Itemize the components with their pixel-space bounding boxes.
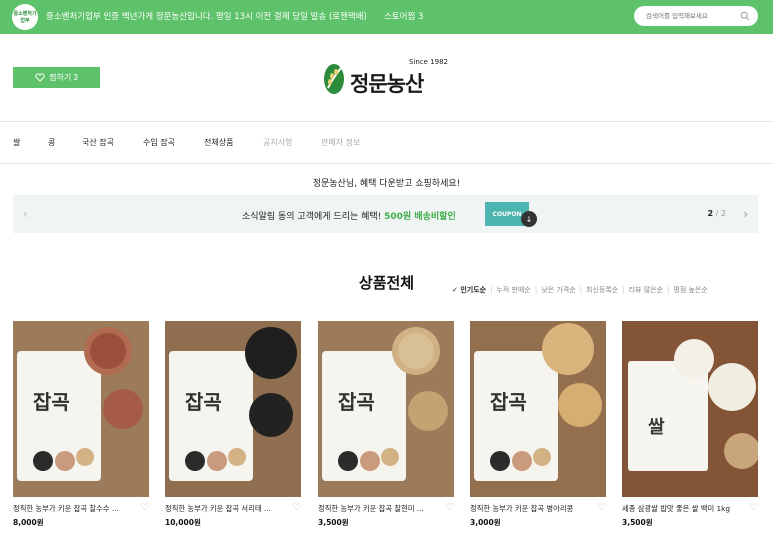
like-button-label: 찜하기 3 xyxy=(49,73,78,82)
sort-reviews[interactable]: 리뷰 많은순 xyxy=(625,285,667,295)
product-card[interactable]: 잡곡 정직한 농부가 키운 잡곡 찰수수 ... ♡ 8,000원 xyxy=(13,321,149,527)
product-card[interactable]: 잡곡 정직한 농부가 키운 잡곡 찰현미 ... ♡ 3,500원 xyxy=(318,321,454,527)
svg-text:잡곡: 잡곡 xyxy=(490,390,527,414)
product-name[interactable]: 정직한 농부가 키운 잡곡 찰수수 ... xyxy=(13,504,135,514)
product-image[interactable]: 잡곡 xyxy=(165,321,301,497)
store-header: 찜하기 3 Since 1982 정문농산 xyxy=(0,34,773,122)
product-card[interactable]: 잡곡 정직한 농부가 키운 잡곡 서리태 ... ♡ 10,000원 xyxy=(165,321,301,527)
product-card[interactable]: 쌀 세종 삼광쌀 밥맛 좋은 쌀 백미 1kg ♡ 3,500원 xyxy=(622,321,760,527)
coupon-banner: ‹ 소식알림 동의 고객에게 드리는 혜택! 500원 배송비할인 COUPON… xyxy=(13,195,758,233)
svg-text:잡곡: 잡곡 xyxy=(185,390,222,414)
nav-item-rice[interactable]: 쌀 xyxy=(13,137,20,148)
heart-icon[interactable]: ♡ xyxy=(445,502,454,513)
nav-item-imported-grains[interactable]: 수입 잡곡 xyxy=(143,137,175,148)
nav-item-notices[interactable]: 공지사항 xyxy=(263,137,292,148)
nav-item-beans[interactable]: 콩 xyxy=(48,137,55,148)
svg-text:쌀: 쌀 xyxy=(648,417,665,438)
chevron-left-icon[interactable]: ‹ xyxy=(23,207,28,221)
sort-options: ✓ 인기도순 | 누적 판매순 | 낮은 가격순 | 최신등록순 | 리뷰 많은… xyxy=(448,285,712,295)
chevron-right-icon[interactable]: › xyxy=(743,207,748,221)
product-image[interactable]: 잡곡 xyxy=(318,321,454,497)
top-banner: 중소벤처기업부 중소벤처기업부 인증 백년가게 정문농산입니다. 평일 13시 … xyxy=(0,0,773,34)
search-box[interactable] xyxy=(634,6,758,26)
nav-item-all-products[interactable]: 전체상품 xyxy=(204,137,233,148)
product-price: 8,000원 xyxy=(13,518,44,527)
heart-icon[interactable]: ♡ xyxy=(749,502,758,513)
product-image[interactable]: 잡곡 xyxy=(13,321,149,497)
product-price: 3,000원 xyxy=(470,518,501,527)
coupon-message-text: 소식알림 동의 고객에게 드리는 혜택! xyxy=(242,212,382,222)
product-image[interactable]: 쌀 xyxy=(622,321,760,497)
sort-rating[interactable]: 평점 높은순 xyxy=(669,285,711,295)
pager-total: / 2 xyxy=(715,209,726,218)
product-name[interactable]: 세종 삼광쌀 밥맛 좋은 쌀 백미 1kg xyxy=(622,504,744,514)
product-name[interactable]: 정직한 농부가 키운 잡곡 찰현미 ... xyxy=(318,504,440,514)
heart-icon[interactable]: ♡ xyxy=(292,502,301,513)
search-icon[interactable] xyxy=(740,11,750,21)
nav-item-domestic-grains[interactable]: 국산 잡곡 xyxy=(82,137,114,148)
store-favorite-link[interactable]: 스토어찜 3 xyxy=(384,10,423,22)
greeting-text: 정문농산님, 혜택 다운받고 쇼핑하세요! xyxy=(312,179,461,189)
product-price: 10,000원 xyxy=(165,518,201,527)
svg-text:잡곡: 잡곡 xyxy=(338,390,375,414)
heart-icon[interactable]: ♡ xyxy=(597,502,606,513)
category-nav: 쌀 콩 국산 잡곡 수입 잡곡 전체상품 공지사항 판매자 정보 xyxy=(0,122,773,164)
sort-popular-label: 인기도순 xyxy=(460,286,487,294)
sort-popular[interactable]: ✓ 인기도순 xyxy=(448,285,490,295)
sort-newest[interactable]: 최신등록순 xyxy=(582,285,622,295)
logo-name: 정문농산 xyxy=(350,72,424,96)
product-name[interactable]: 정직한 농부가 키운 잡곡 서리태 ... xyxy=(165,504,287,514)
product-name[interactable]: 정직한 농부가 키운 잡곡 병아리콩 xyxy=(470,504,592,514)
product-price: 3,500원 xyxy=(622,518,653,527)
coupon-message: 소식알림 동의 고객에게 드리는 혜택! 500원 배송비할인 xyxy=(242,209,456,222)
sort-sales[interactable]: 누적 판매순 xyxy=(492,285,534,295)
heart-plus-icon xyxy=(35,73,45,82)
store-logo[interactable]: Since 1982 정문농산 xyxy=(322,58,450,98)
grain-logo-icon xyxy=(324,64,344,94)
product-price: 3,500원 xyxy=(318,518,349,527)
sort-low-price[interactable]: 낮은 가격순 xyxy=(537,285,579,295)
like-store-button[interactable]: 찜하기 3 xyxy=(13,67,100,88)
certification-badge: 중소벤처기업부 xyxy=(12,4,38,30)
shipping-notice: 중소벤처기업부 인증 백년가게 정문농산입니다. 평일 13시 이전 결제 당일… xyxy=(46,12,367,22)
coupon-pager: 2 / 2 xyxy=(708,209,726,218)
download-icon[interactable]: ↓ xyxy=(521,211,537,227)
pager-current: 2 xyxy=(707,209,714,218)
heart-icon[interactable]: ♡ xyxy=(140,502,149,513)
coupon-highlight: 500원 배송비할인 xyxy=(384,212,456,222)
search-input[interactable] xyxy=(646,10,736,22)
product-image[interactable]: 잡곡 xyxy=(470,321,606,497)
logo-since: Since 1982 xyxy=(408,58,448,66)
nav-item-seller-info[interactable]: 판매자 정보 xyxy=(321,137,360,148)
product-card[interactable]: 잡곡 정직한 농부가 키운 잡곡 병아리콩 ♡ 3,000원 xyxy=(470,321,606,527)
svg-text:잡곡: 잡곡 xyxy=(33,390,70,414)
